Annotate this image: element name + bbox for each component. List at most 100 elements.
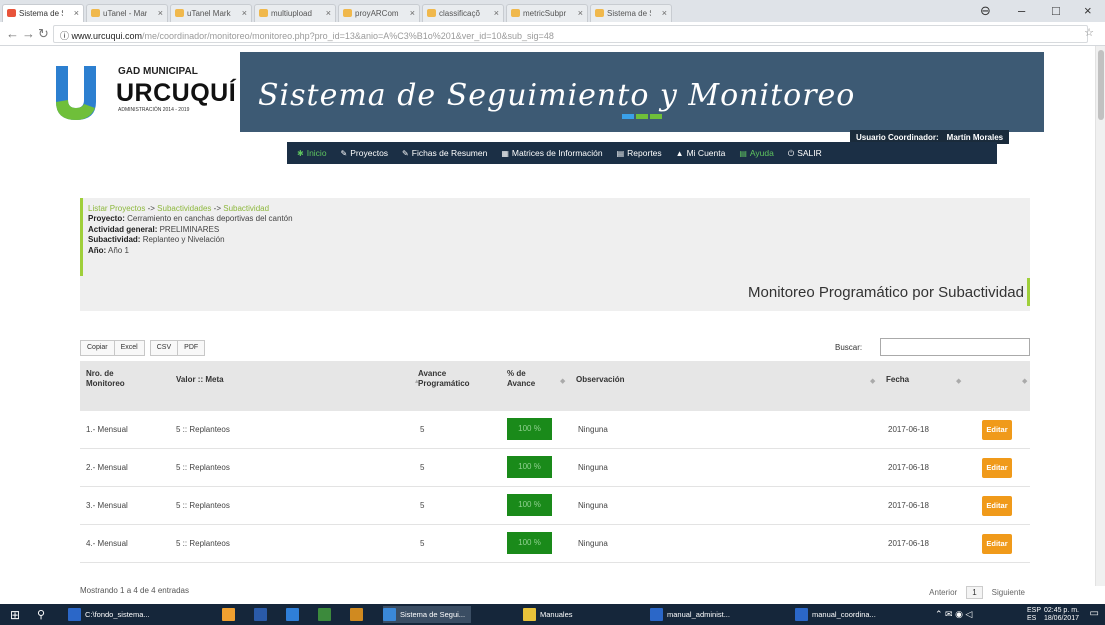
forward-icon[interactable]: → bbox=[22, 26, 35, 41]
scrollbar-thumb[interactable] bbox=[1098, 50, 1104, 120]
logo[interactable]: GAD MUNICIPAL URCUQUÍ ADMINISTRACIÓN 201… bbox=[38, 52, 240, 132]
close-tab-icon[interactable]: × bbox=[326, 9, 331, 18]
excel-button[interactable]: Excel bbox=[113, 340, 145, 356]
taskbar-item[interactable] bbox=[318, 606, 335, 623]
url-input[interactable]: ⓘ www.urcuqui.com/me/coordinador/monitor… bbox=[53, 25, 1088, 43]
csv-button[interactable]: CSV bbox=[149, 340, 179, 356]
url-path: /me/coordinador/monitoreo/monitoreo.php?… bbox=[142, 31, 554, 41]
browser-tab[interactable]: Sistema de Se × bbox=[2, 4, 84, 22]
col-valor-meta[interactable]: Valor :: Meta bbox=[176, 375, 224, 385]
site-favicon-icon bbox=[595, 9, 604, 17]
tray-icons[interactable]: ⌃ ✉ ◉ ◁ bbox=[935, 606, 972, 623]
search-icon[interactable]: ⚲ bbox=[37, 608, 45, 621]
search-input[interactable] bbox=[880, 338, 1030, 356]
copy-button[interactable]: Copiar bbox=[80, 340, 115, 356]
reload-icon[interactable]: ↻ bbox=[38, 26, 49, 42]
nav-label: Mi Cuenta bbox=[686, 148, 726, 158]
taskbar-label: manual_administ... bbox=[667, 610, 730, 619]
taskbar-item[interactable] bbox=[350, 606, 367, 623]
breadcrumb-subactividad[interactable]: Subactividad bbox=[223, 204, 269, 213]
close-window-icon[interactable]: × bbox=[1084, 3, 1092, 18]
value: Año 1 bbox=[108, 245, 129, 255]
taskbar-item[interactable]: manual_administ... bbox=[650, 606, 730, 623]
sort-icon: ◆ bbox=[956, 378, 962, 385]
close-tab-icon[interactable]: × bbox=[74, 9, 79, 18]
export-buttons: Copiar Excel CSV PDF bbox=[80, 340, 206, 356]
edit-button[interactable]: Editar bbox=[982, 420, 1012, 440]
browser-tab[interactable]: classificaçõ × bbox=[422, 4, 504, 22]
browser-tab[interactable]: uTanel Mark × bbox=[170, 4, 252, 22]
taskbar-item[interactable] bbox=[286, 606, 303, 623]
close-tab-icon[interactable]: × bbox=[410, 9, 415, 18]
browser-tab[interactable]: Sistema de Se × bbox=[590, 4, 672, 22]
progress-badge: 100 % bbox=[507, 418, 552, 440]
progress-badge: 100 % bbox=[507, 532, 552, 554]
browser-tab[interactable]: metricSubpr × bbox=[506, 4, 588, 22]
nav-label: Reportes bbox=[627, 148, 662, 158]
notifications-icon[interactable]: ▭ bbox=[1090, 608, 1099, 619]
cell-avance: 5 bbox=[420, 539, 425, 548]
logo-u-icon bbox=[56, 66, 96, 120]
minimize-icon[interactable]: – bbox=[1018, 3, 1025, 18]
table-row: 1.- Mensual 5 :: Replanteos 5 100 % Ning… bbox=[80, 411, 1030, 449]
nav-label: Inicio bbox=[306, 148, 327, 158]
info-subactividad: Subactividad: Replanteo y Nivelación bbox=[88, 235, 293, 245]
close-tab-icon[interactable]: × bbox=[662, 9, 667, 18]
nav-salir[interactable]: ⏻ SALIR bbox=[788, 148, 822, 159]
close-tab-icon[interactable]: × bbox=[578, 9, 583, 18]
progress-badge: 100 % bbox=[507, 494, 552, 516]
prev-page-button[interactable]: Anterior bbox=[924, 587, 962, 598]
taskbar-item[interactable]: manual_coordina... bbox=[795, 606, 876, 623]
edit-button[interactable]: Editar bbox=[982, 534, 1012, 554]
col-avance-programatico[interactable]: Avance Programático bbox=[418, 369, 486, 389]
folder-icon bbox=[68, 608, 81, 621]
cell-fecha: 2017-06-18 bbox=[888, 501, 929, 510]
cell-nro: 4.- Mensual bbox=[86, 539, 128, 548]
account-icon[interactable]: ⊖ bbox=[980, 3, 991, 19]
col-porcentaje-avance[interactable]: % de Avance bbox=[507, 369, 551, 389]
taskbar-item[interactable]: C:\fondo_sistema... bbox=[68, 606, 150, 623]
edit-button[interactable]: Editar bbox=[982, 496, 1012, 516]
pdf-button[interactable]: PDF bbox=[177, 340, 206, 356]
close-tab-icon[interactable]: × bbox=[494, 9, 499, 18]
back-icon[interactable]: ← bbox=[6, 26, 19, 41]
page-1-button[interactable]: 1 bbox=[966, 586, 983, 599]
nav-mi-cuenta[interactable]: ▲ Mi Cuenta bbox=[676, 148, 726, 158]
browser-tab[interactable]: proyARCom × bbox=[338, 4, 420, 22]
page-scrollbar[interactable] bbox=[1095, 46, 1105, 586]
col-fecha[interactable]: Fecha bbox=[886, 375, 909, 385]
language-indicator[interactable]: ESP ES bbox=[1027, 607, 1041, 623]
site-favicon-icon bbox=[7, 9, 16, 17]
pagination: Anterior 1 Siguiente bbox=[924, 586, 1030, 599]
taskbar-item[interactable]: Manuales bbox=[523, 606, 573, 623]
clock[interactable]: 02:45 p. m. 18/06/2017 bbox=[1044, 607, 1079, 623]
col-observacion[interactable]: Observación bbox=[576, 375, 624, 385]
taskbar-item-active[interactable]: Sistema de Segui... bbox=[383, 606, 472, 623]
book-icon: ▤ bbox=[739, 149, 747, 158]
maximize-icon[interactable]: □ bbox=[1052, 3, 1060, 18]
breadcrumb-subactividades[interactable]: Subactividades bbox=[157, 204, 211, 213]
browser-tab[interactable]: uTanel - Marc × bbox=[86, 4, 168, 22]
info-icon: ⓘ bbox=[60, 31, 72, 41]
col-nro-monitoreo[interactable]: Nro. de Monitoreo bbox=[86, 369, 146, 389]
cell-valor: 5 :: Replanteos bbox=[176, 539, 230, 548]
taskbar-item[interactable] bbox=[254, 606, 271, 623]
taskbar-item[interactable] bbox=[222, 606, 239, 623]
bookmark-star-icon[interactable]: ☆ bbox=[1084, 26, 1094, 39]
close-tab-icon[interactable]: × bbox=[242, 9, 247, 18]
browser-tab-strip: Sistema de Se × uTanel - Marc × uTanel Mar… bbox=[0, 0, 1105, 22]
progress-badge: 100 % bbox=[507, 456, 552, 478]
close-tab-icon[interactable]: × bbox=[158, 9, 163, 18]
nav-proyectos[interactable]: ✎ Proyectos bbox=[341, 148, 389, 158]
cell-avance: 5 bbox=[420, 463, 425, 472]
next-page-button[interactable]: Siguiente bbox=[987, 587, 1030, 598]
windows-start-icon[interactable]: ⊞ bbox=[10, 608, 20, 622]
nav-inicio[interactable]: ✱ Inicio bbox=[297, 148, 327, 158]
nav-reportes[interactable]: ▤ Reportes bbox=[617, 148, 662, 158]
edit-button[interactable]: Editar bbox=[982, 458, 1012, 478]
breadcrumb-listar-proyectos[interactable]: Listar Proyectos bbox=[88, 204, 145, 213]
nav-fichas-resumen[interactable]: ✎ Fichas de Resumen bbox=[402, 148, 487, 158]
nav-ayuda[interactable]: ▤ Ayuda bbox=[739, 148, 774, 158]
browser-tab[interactable]: multiupload × bbox=[254, 4, 336, 22]
nav-matrices[interactable]: ▦ Matrices de Información bbox=[501, 148, 602, 158]
